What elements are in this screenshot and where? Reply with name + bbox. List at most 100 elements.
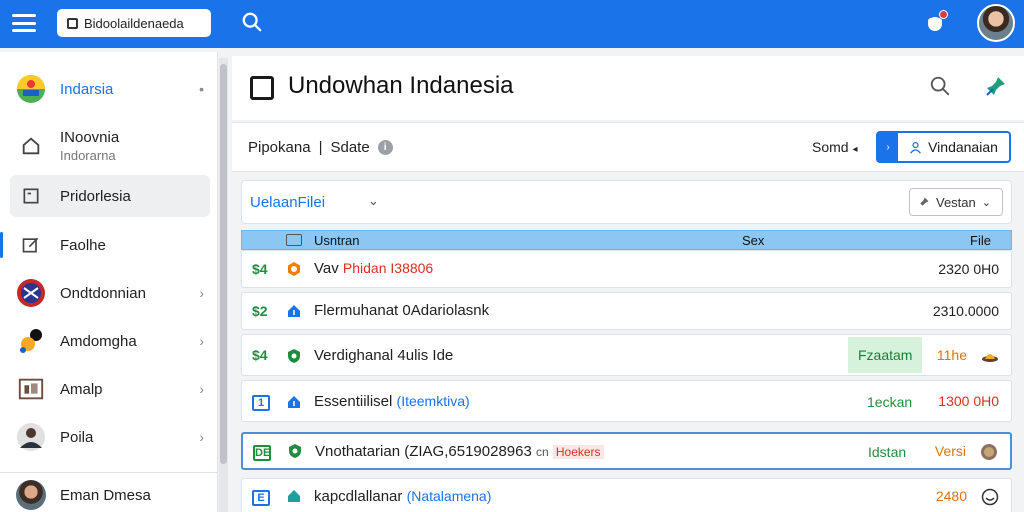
row-name: Verdighanal 4ulis Ide (314, 347, 454, 364)
user-avatar[interactable] (977, 4, 1015, 42)
sidebar-item-inoovnia[interactable]: INoovnia Indorarna (10, 118, 210, 174)
home-icon (288, 490, 300, 502)
row-value: 11he (936, 347, 967, 363)
sidebar-item-indarsia[interactable]: Indarsia • (10, 68, 210, 110)
search-icon[interactable] (241, 11, 263, 33)
row-name: kapcdlallanar (Natalamena) (314, 488, 491, 505)
sort-label: Somd (812, 139, 849, 155)
primary-button-label: Vindanaian (928, 139, 998, 155)
image-icon (16, 374, 46, 404)
scrollbar-thumb[interactable] (220, 64, 227, 464)
dot-indicator: • (199, 81, 204, 97)
table-row[interactable]: E kapcdlallanar (Natalamena) 2480 (241, 478, 1012, 512)
row-name: Flermuhanat 0Adariolasnk (314, 302, 490, 319)
smiley-icon (981, 488, 999, 506)
user-name: Eman Dmesa (60, 486, 151, 504)
table-row-selected[interactable]: DE Vnothatarian (ZIAG,6519028963 cn Hoek… (241, 432, 1012, 470)
sidebar-item-label: Amdomgha (60, 332, 137, 350)
column-header-name[interactable]: Usntran (314, 233, 360, 248)
info-icon[interactable]: i (377, 140, 393, 155)
user-avatar (16, 480, 46, 510)
sidebar-scrollbar[interactable] (219, 58, 228, 512)
profile-avatar-icon (16, 422, 46, 452)
primary-action-button[interactable]: › Vindanaian (876, 131, 1011, 163)
notification-badge (939, 10, 948, 19)
row-value: 2480 (935, 488, 967, 504)
sidebar: Indarsia • INoovnia Indorarna Pridorlesi… (0, 52, 218, 512)
edit-icon (16, 230, 46, 260)
chevron-down-icon[interactable]: ⌄ (368, 193, 379, 209)
sidebar-user[interactable]: Eman Dmesa (10, 478, 210, 512)
row-number: E (252, 488, 270, 506)
home-icon (16, 131, 46, 161)
breadcrumb-separator: | (318, 139, 323, 156)
chevron-right-icon: › (199, 285, 204, 301)
sidebar-item-amalp[interactable]: Amalp › (10, 368, 210, 410)
flag-avatar-icon (16, 74, 46, 104)
table-row[interactable]: $2 Flermuhanat 0Adariolasnk 2310.0000 (241, 292, 1012, 330)
row-highlight: (Natalamena) (406, 488, 492, 504)
emoji-icon (981, 444, 997, 460)
row-number: 1 (252, 393, 270, 411)
sidebar-divider (0, 472, 218, 473)
row-number-box: DE (253, 445, 271, 461)
table-row[interactable]: 1 Essentiilisel (Iteemktiva) 1eckan 1300… (241, 380, 1012, 422)
chevron-right-icon: › (199, 333, 204, 349)
column-header-file[interactable]: File (970, 233, 991, 248)
sidebar-item-label: Poila (60, 428, 94, 446)
caret-down-icon: ◂ (852, 144, 858, 155)
menu-icon[interactable] (12, 14, 36, 32)
app-title-chip[interactable]: Bidoolaildenaeda (57, 9, 211, 37)
shield-icon (288, 349, 300, 363)
table-row[interactable]: $4 Verdighanal 4ulis Ide Fzaatam 11he (241, 334, 1012, 376)
row-value: 2320 0H0 (938, 261, 999, 277)
shield-icon (289, 444, 301, 458)
column-header-size[interactable]: Sex (742, 233, 764, 248)
sidebar-item-label: Ondtdonnian (60, 284, 146, 302)
state-label: Sdate (330, 139, 370, 156)
row-name: Vav Phidan I38806 (314, 260, 433, 277)
subheader-bar: Pipokana | Sdate i Somd ◂ › Vindanaian (232, 122, 1024, 172)
sidebar-item-faolhe[interactable]: Faolhe (10, 224, 210, 266)
row-name: Essentiilisel (Iteemktiva) (314, 393, 470, 410)
pin-icon (920, 197, 929, 206)
pin-icon[interactable] (984, 74, 1008, 98)
hat-icon (982, 354, 998, 362)
row-status: 1eckan (867, 394, 913, 410)
row-number: $2 (252, 303, 268, 319)
sidebar-item-ondtdonnian[interactable]: Ondtdonnian › (10, 272, 210, 314)
column-icon (286, 234, 302, 246)
sort-dropdown[interactable]: Somd ◂ (812, 139, 858, 155)
row-number-box: 1 (252, 395, 270, 411)
row-status: Idstan (868, 444, 907, 460)
search-icon[interactable] (929, 75, 951, 97)
breadcrumb-item[interactable]: Pipokana (248, 139, 311, 156)
tag-badge: Hoekers (552, 445, 604, 459)
notification-icon[interactable] (922, 10, 948, 36)
hexagon-icon (288, 262, 300, 276)
select-all-checkbox[interactable] (250, 76, 274, 100)
sidebar-item-poila[interactable]: Poila › (10, 416, 210, 458)
sidebar-item-label: Amalp (60, 380, 103, 398)
filter-label[interactable]: UelaanFilei (250, 194, 325, 211)
page-title: Undowhan Indanesia (288, 72, 514, 99)
sidebar-item-label: Indarsia (60, 80, 114, 98)
version-select[interactable]: Vestan ⌄ (909, 188, 1003, 216)
sidebar-item-pridorlesia[interactable]: Pridorlesia (10, 175, 210, 217)
sidebar-item-label: INoovnia (60, 129, 120, 146)
home-icon (288, 305, 300, 317)
sidebar-item-amdomgha[interactable]: Amdomgha › (10, 320, 210, 362)
active-marker (0, 232, 3, 258)
row-number: $4 (252, 261, 268, 277)
row-name-text: Vnothatarian (ZIAG,6519028963 (315, 443, 532, 460)
row-name-text: Vav (314, 260, 339, 277)
row-value: 1300 0H0 (938, 393, 999, 409)
table-row[interactable]: $4 Vav Phidan I38806 2320 0H0 (241, 250, 1012, 288)
sidebar-item-label: Pridorlesia (60, 187, 131, 205)
row-name-text: kapcdlallanar (314, 488, 403, 505)
row-highlight: Phidan I38806 (342, 260, 434, 276)
document-icon (16, 181, 46, 211)
table-header: Usntran Sex File (241, 230, 1012, 250)
row-number-box: E (252, 490, 270, 506)
row-number: $4 (252, 347, 268, 363)
